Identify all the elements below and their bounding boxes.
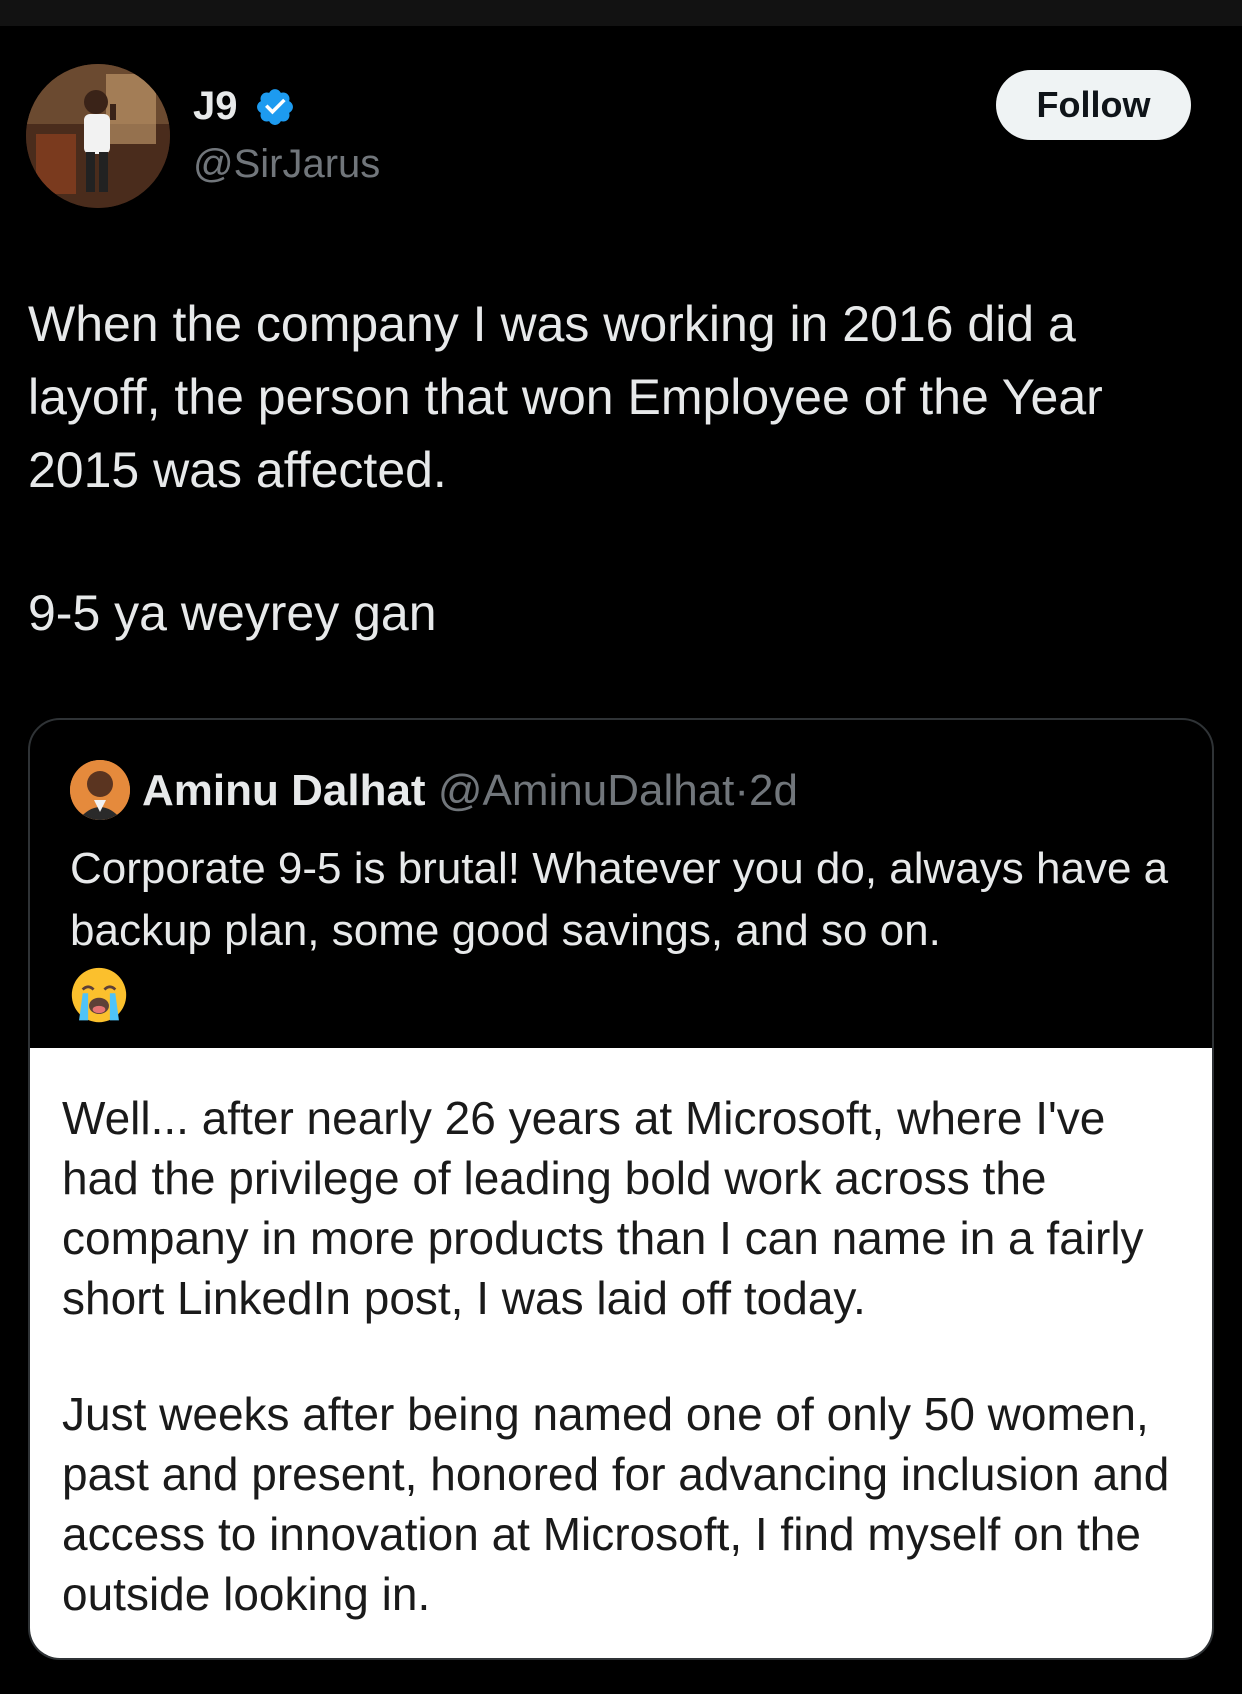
loudly-crying-face-icon [71,967,127,1023]
author-handle[interactable]: @SirJarus [193,140,380,188]
quoted-header: Aminu Dalhat @AminuDalhat·2d [142,764,798,818]
status-strip [0,0,1242,26]
tweet-text: When the company I was working in 2016 d… [28,296,1103,498]
author-avatar-photo [26,64,170,208]
verified-badge-icon [257,89,293,125]
author-name[interactable]: J9 [193,82,238,130]
quoted-author-avatar [70,760,130,820]
quoted-tweet-card[interactable]: Aminu Dalhat @AminuDalhat·2d Corporate 9… [28,718,1214,1660]
tweet-page: J9 @SirJarus Follow When the company I w… [0,0,1242,1694]
separator-dot: · [734,766,750,815]
quoted-timestamp[interactable]: 2d [749,766,798,815]
tweet-text-second: 9-5 ya weyrey gan [28,585,437,641]
quoted-avatar-photo [70,760,130,820]
screenshot-text-first: Well... after nearly 26 years at Microso… [62,1092,1144,1324]
screenshot-text-second: Just weeks after being named one of only… [62,1388,1170,1620]
quoted-text: Corporate 9-5 is brutal! Whatever you do… [70,844,1169,955]
quoted-screenshot-image[interactable]: Well... after nearly 26 years at Microso… [30,1048,1212,1658]
quoted-author-name[interactable]: Aminu Dalhat [142,766,426,815]
quoted-author-handle[interactable]: @AminuDalhat [438,766,735,815]
follow-button[interactable]: Follow [996,70,1191,140]
author-avatar[interactable] [26,64,170,208]
